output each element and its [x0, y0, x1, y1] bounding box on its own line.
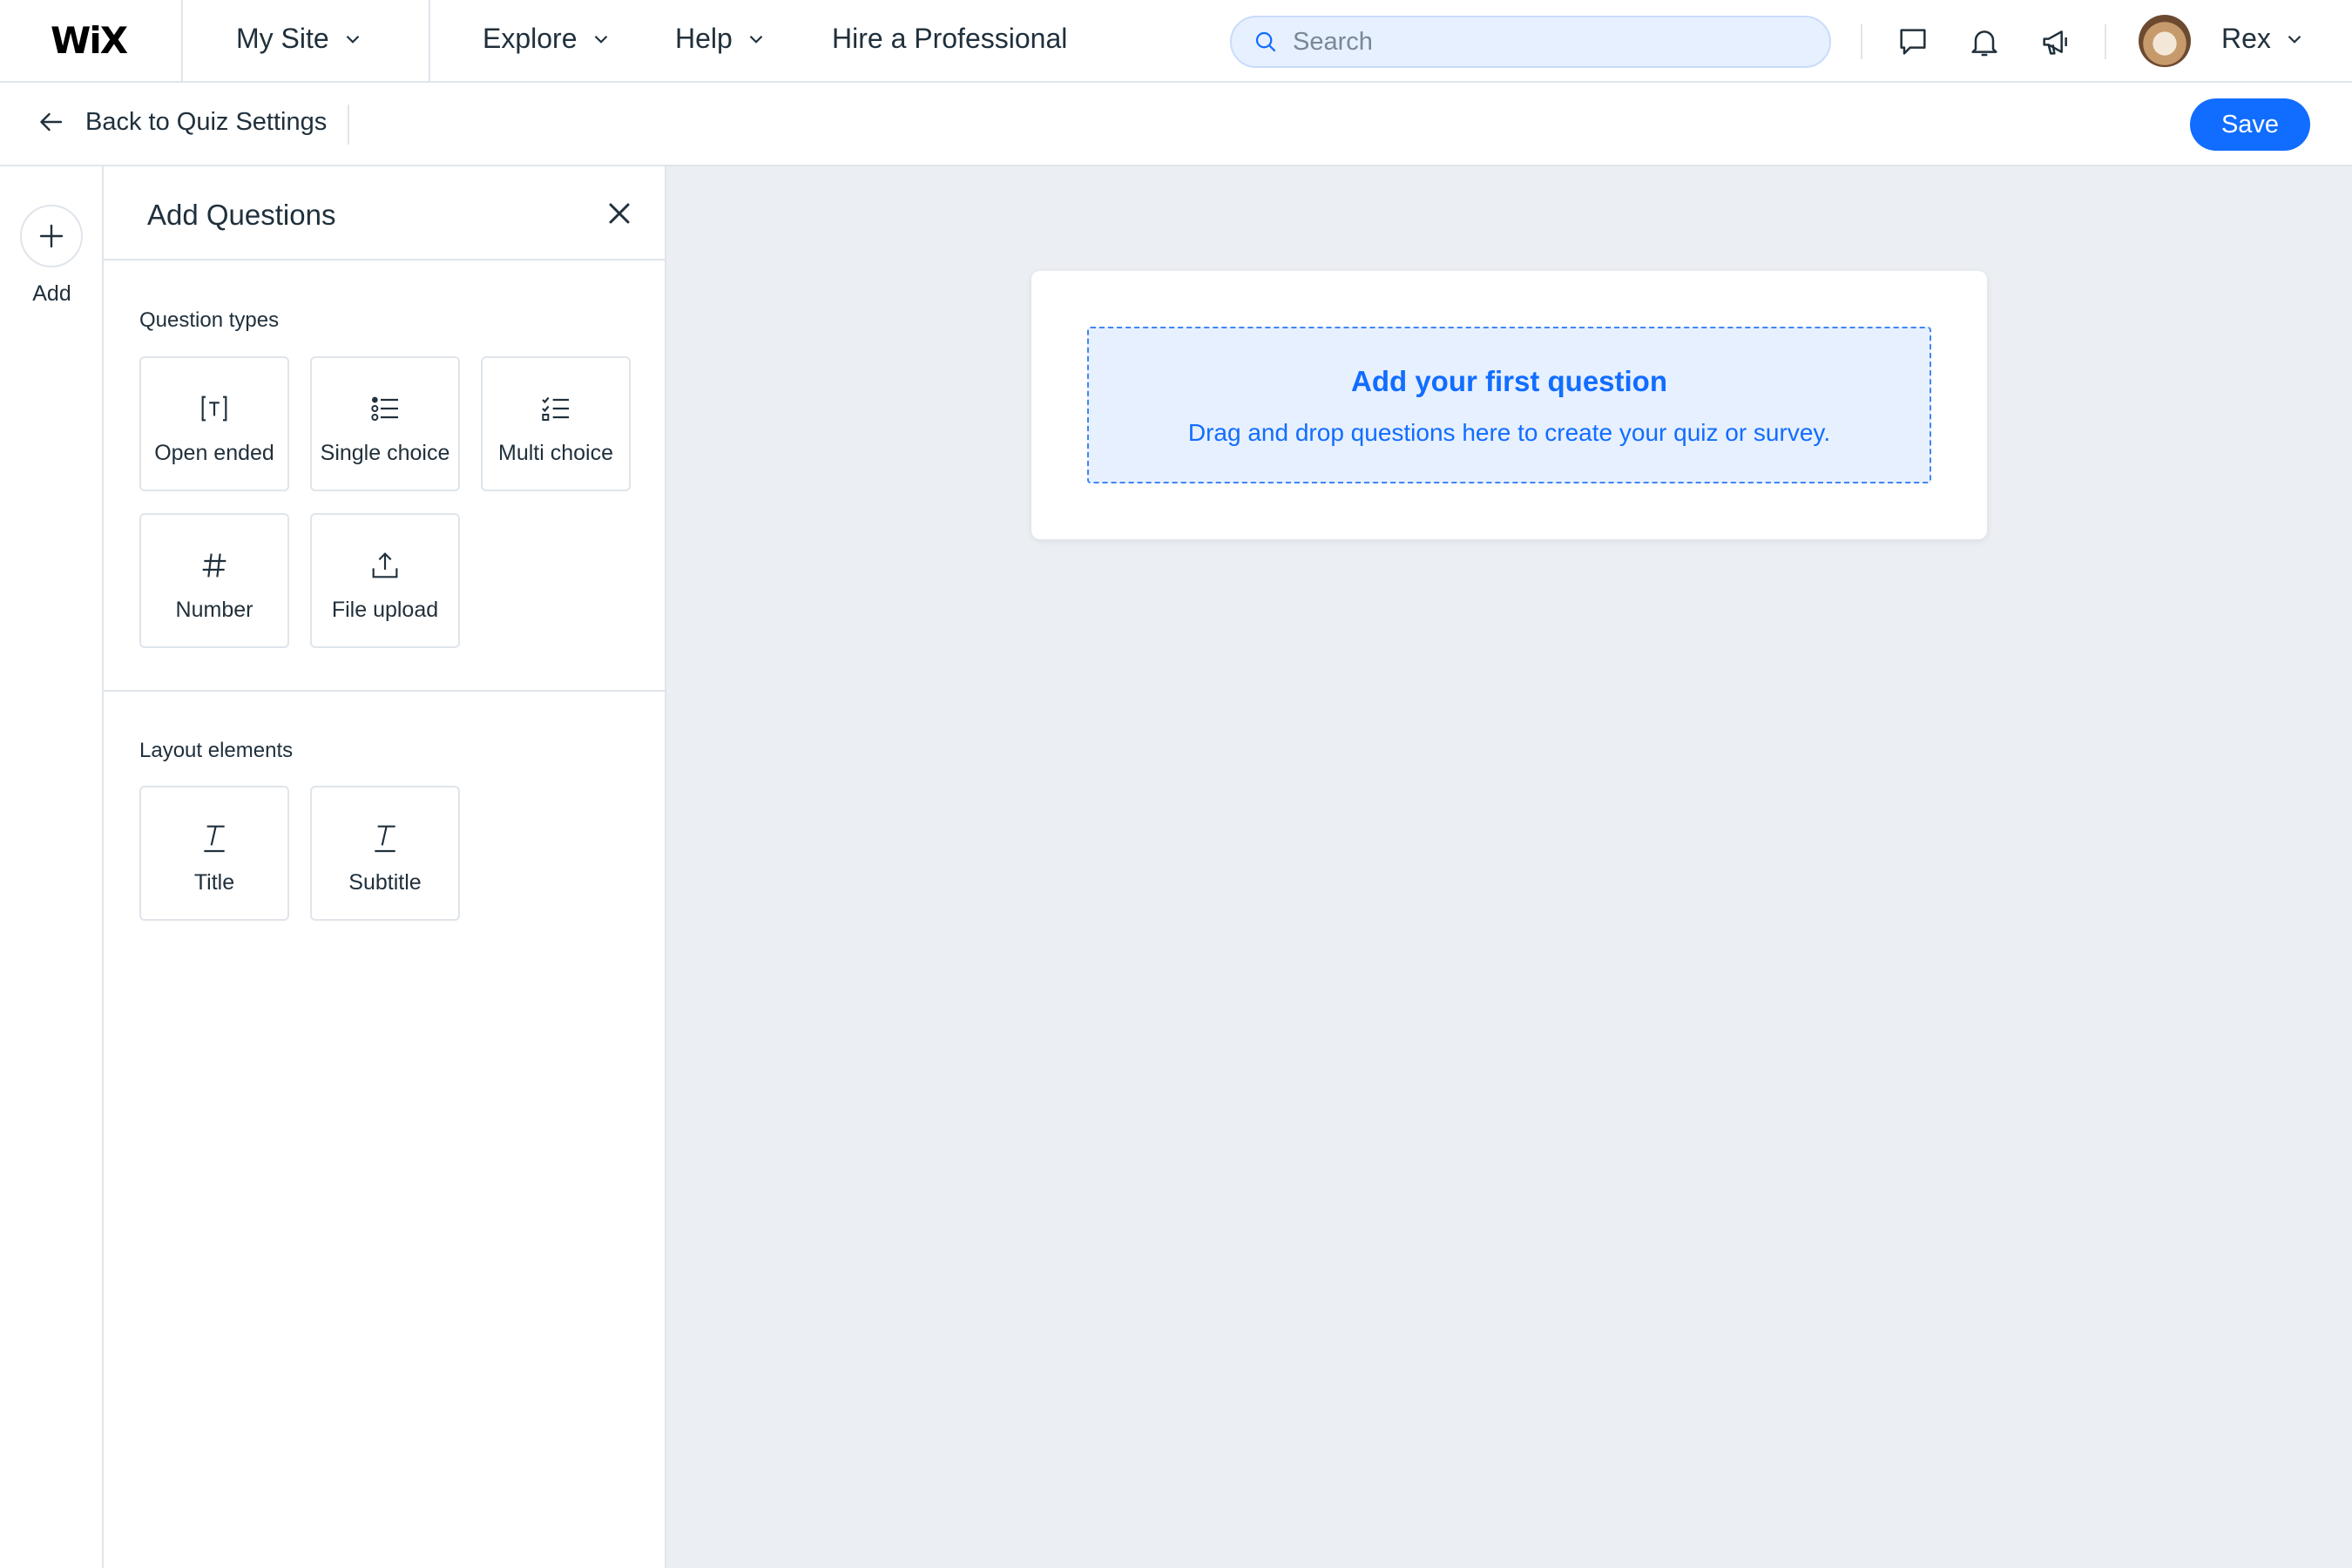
chat-icon[interactable]	[1896, 24, 1930, 59]
quiz-card: Add your first question Drag and drop qu…	[1031, 271, 1987, 539]
nav-explore[interactable]: Explore	[483, 23, 612, 55]
add-questions-panel: Add Questions Question types Open ended …	[104, 166, 666, 1568]
divider	[181, 0, 183, 83]
save-button[interactable]: Save	[2190, 98, 2310, 151]
quiz-canvas: Add your first question Drag and drop qu…	[666, 166, 2352, 1568]
question-dropzone[interactable]: Add your first question Drag and drop qu…	[1087, 327, 1931, 483]
nav-help-label: Help	[675, 23, 733, 54]
question-type-multi-choice[interactable]: Multi choice	[481, 356, 631, 491]
nav-hire-label: Hire a Professional	[832, 23, 1068, 54]
nav-hire-professional[interactable]: Hire a Professional	[832, 23, 1067, 55]
avatar[interactable]	[2139, 15, 2191, 67]
top-bar: WiX My Site Explore Help Hire a Professi…	[0, 0, 2352, 83]
chevron-down-icon	[2288, 35, 2301, 44]
panel-title: Add Questions	[147, 199, 336, 231]
single-choice-list-icon	[371, 396, 398, 422]
layout-elements-label: Layout elements	[139, 739, 294, 762]
arrow-left-icon	[40, 112, 63, 132]
user-name: Rex	[2221, 23, 2271, 54]
tile-label: File upload	[331, 598, 439, 622]
divider	[104, 690, 666, 692]
close-icon[interactable]	[602, 196, 637, 231]
divider	[1861, 24, 1862, 59]
search-icon	[1255, 31, 1276, 52]
back-label: Back to Quiz Settings	[85, 107, 328, 136]
nav-explore-label: Explore	[483, 23, 578, 54]
hash-icon	[202, 553, 226, 578]
question-type-open-ended[interactable]: Open ended	[139, 356, 289, 491]
search-input[interactable]	[1293, 27, 1815, 57]
add-label: Add	[32, 281, 71, 306]
question-types-label: Question types	[139, 308, 280, 332]
tile-label: Number	[175, 598, 253, 622]
multi-choice-list-icon	[542, 396, 569, 422]
user-menu[interactable]: Rex	[2221, 23, 2306, 55]
bell-icon[interactable]	[1967, 24, 2002, 59]
question-type-single-choice[interactable]: Single choice	[310, 356, 460, 491]
tile-label: Multi choice	[498, 441, 613, 465]
panel-header: Add Questions	[104, 166, 666, 260]
left-rail: Add	[0, 166, 104, 1568]
editor-toolbar: Back to Quiz Settings Save	[0, 83, 2352, 166]
divider	[2105, 24, 2106, 59]
divider	[348, 105, 349, 145]
tile-label: Subtitle	[348, 870, 422, 895]
layout-element-subtitle[interactable]: Subtitle	[310, 786, 460, 921]
back-to-quiz-settings[interactable]: Back to Quiz Settings	[35, 106, 327, 138]
text-bracket-icon	[201, 395, 227, 422]
my-site-label: My Site	[236, 23, 329, 54]
subtitle-text-icon	[375, 825, 395, 853]
wix-logo[interactable]: WiX	[51, 19, 128, 62]
question-type-file-upload[interactable]: File upload	[310, 513, 460, 648]
my-site-menu[interactable]: My Site	[236, 23, 364, 55]
chevron-down-icon	[594, 35, 607, 44]
layout-element-title[interactable]: Title	[139, 786, 289, 921]
search-bar[interactable]	[1230, 16, 1831, 68]
add-button[interactable]	[20, 205, 83, 267]
divider	[429, 0, 430, 83]
megaphone-icon[interactable]	[2038, 24, 2073, 59]
question-type-number[interactable]: Number	[139, 513, 289, 648]
chevron-down-icon	[346, 35, 359, 44]
nav-help[interactable]: Help	[675, 23, 767, 55]
tile-label: Title	[193, 870, 235, 895]
plus-icon	[39, 224, 64, 248]
dropzone-title: Add your first question	[1351, 365, 1667, 397]
chevron-down-icon	[749, 35, 763, 44]
tile-label: Single choice	[320, 441, 450, 465]
title-text-icon	[204, 825, 225, 853]
dropzone-subtitle: Drag and drop questions here to create y…	[1187, 419, 1831, 446]
tile-label: Open ended	[154, 441, 274, 465]
upload-icon	[372, 552, 398, 578]
